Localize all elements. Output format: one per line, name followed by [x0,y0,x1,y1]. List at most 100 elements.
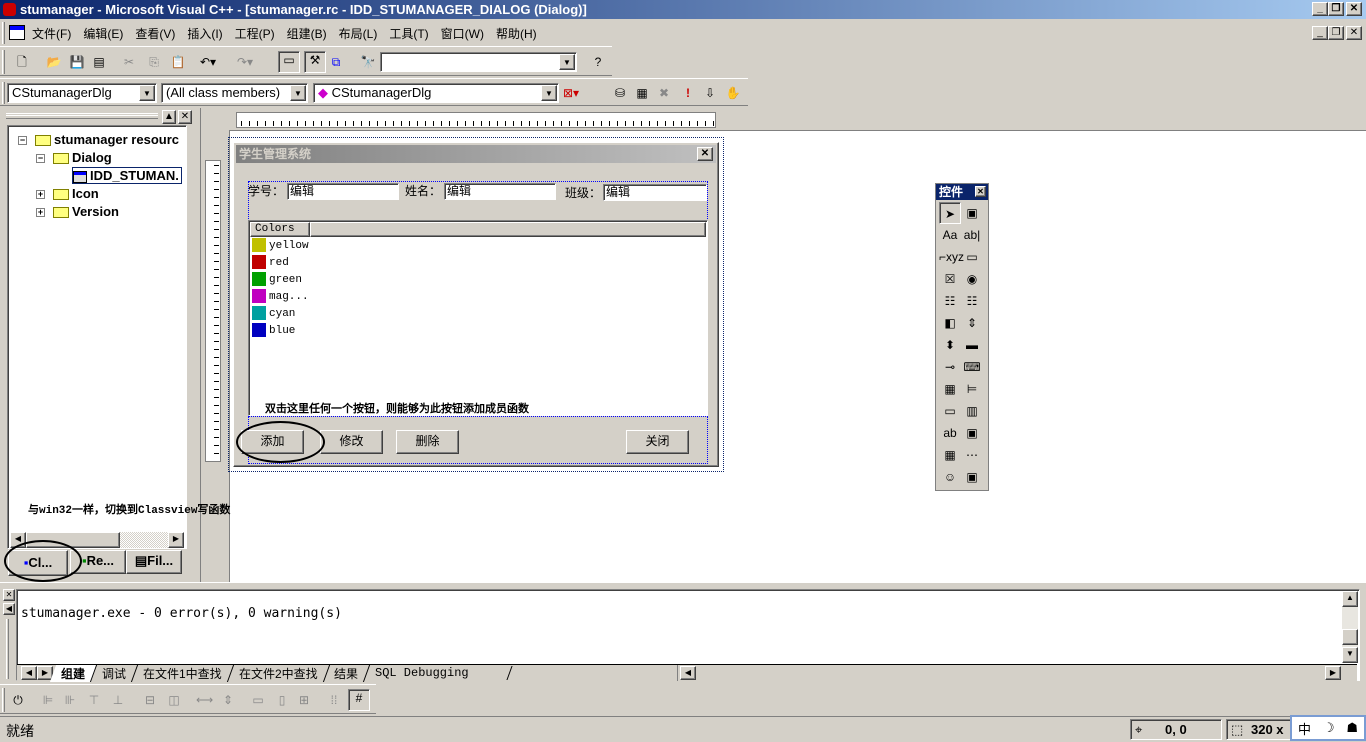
student-id-input[interactable]: 编辑 [287,183,399,200]
ruler-guides-icon[interactable]: # [348,689,370,711]
find-in-files-icon[interactable]: 🔭 [360,54,376,70]
output-vscrollbar[interactable]: ▲ ▼ [1342,591,1358,663]
filter-combo[interactable]: (All class members) ▼ [161,83,308,103]
tab-find-in-files-2[interactable]: 在文件2中查找 [227,664,330,682]
menu-build[interactable]: 组建(B) [281,25,333,42]
ime-halfwidth-icon[interactable]: ☽ [1323,720,1335,736]
control-tool-icon[interactable]: ⋯ [961,444,983,466]
control-tool-icon[interactable]: ⬍ [939,334,961,356]
panel-maximize-button[interactable]: ▲ [162,110,176,124]
doc-minimize-button[interactable]: _ [1312,26,1328,40]
tab-fileview[interactable]: ▤Fil... [126,550,182,574]
tab-build[interactable]: 组建 [49,664,98,682]
center-horizontal-icon[interactable]: ◫ [166,692,182,708]
output-close-button[interactable]: ✕ [3,589,15,601]
control-tool-icon[interactable]: ▣ [961,422,983,444]
list-item[interactable]: cyan [252,306,295,323]
minimize-button[interactable]: _ [1312,2,1328,16]
menu-insert[interactable]: 插入(I) [181,25,228,42]
save-all-icon[interactable]: ▤ [91,54,107,70]
toolbox-close-button[interactable]: ✕ [975,186,986,197]
control-tool-icon[interactable]: ☺ [939,466,961,488]
wizard-action-icon[interactable]: ⊠▾ [563,85,579,101]
control-tool-icon[interactable]: ◧ [939,312,961,334]
delete-button[interactable]: 删除 [396,430,459,454]
close-button[interactable]: ✕ [1346,2,1362,16]
control-tool-icon[interactable]: ☷ [939,290,961,312]
control-tool-icon[interactable]: ab [939,422,961,444]
control-tool-icon[interactable]: ⇕ [961,312,983,334]
close-dialog-button[interactable]: 关闭 [626,430,689,454]
dialog-close-button[interactable]: ✕ [697,147,713,161]
control-tool-icon[interactable]: ⌐xyz [939,246,964,268]
center-vertical-icon[interactable]: ⊟ [142,692,158,708]
new-file-icon[interactable]: 🗋 [14,54,30,70]
student-dialog[interactable]: 学生管理系统 ✕ 学号： 编辑 姓名： 编辑 班级： 编辑 Colors yel… [233,142,719,467]
find-icon[interactable]: ? [590,54,606,70]
control-tool-icon[interactable]: ☒ [939,268,961,290]
redo-icon[interactable]: ↷▾ [237,54,253,70]
list-item[interactable]: red [252,255,289,272]
doc-close-button[interactable]: ✕ [1346,26,1362,40]
control-tool-icon[interactable]: ▭ [961,246,983,268]
output-text-area[interactable]: stumanager.exe - 0 error(s), 0 warning(s… [16,589,1360,682]
control-tool-icon[interactable]: ⊨ [961,378,983,400]
copy-icon[interactable]: ⎘ [146,54,162,70]
control-tool-icon[interactable]: ▬ [961,334,983,356]
paste-icon[interactable]: 📋 [170,54,186,70]
tree-dialog-item[interactable]: IDD_STUMAN. [72,167,182,184]
test-dialog-icon[interactable]: ⏻ [10,692,26,708]
list-item[interactable]: blue [252,323,295,340]
tree-icon-folder[interactable]: + Icon [36,186,99,201]
align-bottom-icon[interactable]: ⊥ [110,692,126,708]
menu-tools[interactable]: 工具(T) [383,25,434,42]
control-tool-icon[interactable]: ▭ [939,400,961,422]
doc-restore-button[interactable]: ❐ [1328,26,1344,40]
control-tool-icon[interactable]: ▣ [961,202,983,224]
menu-layout[interactable]: 布局(L) [333,25,384,42]
cut-icon[interactable]: ✂ [121,54,137,70]
hand-icon[interactable]: ✋ [725,85,741,101]
modify-button[interactable]: 修改 [320,430,383,454]
list-item[interactable]: mag... [252,289,309,306]
grid-icon[interactable]: ⁞⁞ [326,692,342,708]
tree-version-folder[interactable]: + Version [36,204,119,219]
list-item[interactable]: green [252,272,302,289]
tab-results[interactable]: 结果 [323,664,371,682]
ime-mode-chinese[interactable]: 中 [1298,719,1311,738]
control-tool-icon[interactable]: Aa [939,224,961,246]
open-icon[interactable]: 📂 [46,54,62,70]
windows-icon[interactable]: ⧉ [328,54,344,70]
align-top-icon[interactable]: ⊤ [86,692,102,708]
menu-view[interactable]: 查看(V) [129,25,181,42]
panel-close-button[interactable]: ✕ [178,110,192,124]
same-width-icon[interactable]: ▭ [250,692,266,708]
align-right-icon[interactable]: ⊪ [62,692,78,708]
class-combo[interactable]: CStumanagerDlg ▼ [7,83,157,103]
same-size-icon[interactable]: ⊞ [296,692,312,708]
tab-debug[interactable]: 调试 [90,664,139,682]
ime-user-icon[interactable]: ☗ [1346,720,1358,736]
remove-icon[interactable]: ✖ [656,85,672,101]
menu-file[interactable]: 文件(F) [26,25,77,42]
class-input[interactable]: 编辑 [603,184,707,201]
ime-bar[interactable]: 中 ☽ ☗ [1290,715,1366,741]
resource-tree[interactable]: − stumanager resourc − Dialog IDD_STUMAN. … [7,125,187,549]
menu-project[interactable]: 工程(P) [229,25,281,42]
undo-icon[interactable]: ↶▾ [200,54,216,70]
tab-scroll-left[interactable]: ◀ [21,666,37,680]
tab-sql-debugging[interactable]: SQL Debugging [364,666,513,680]
space-across-icon[interactable]: ⟷ [196,692,213,708]
output-hscrollbar[interactable]: ◀ ▶ [677,665,1341,681]
control-tool-icon[interactable]: ▥ [961,400,983,422]
control-tool-icon[interactable]: ⊸ [939,356,961,378]
list-item[interactable]: yellow [252,238,309,255]
color-list[interactable]: Colors yellow red green mag... cyan blue… [248,220,708,416]
workspace-toggle-icon[interactable]: ▭ [278,51,300,73]
resource-icon[interactable]: ▦ [634,85,650,101]
control-tool-icon[interactable]: ▣ [961,466,983,488]
breakpoint-icon[interactable]: ⇩ [702,85,718,101]
control-tool-icon[interactable]: ➤ [939,202,961,224]
same-height-icon[interactable]: ▯ [274,692,290,708]
column-header-colors[interactable]: Colors [250,222,310,237]
